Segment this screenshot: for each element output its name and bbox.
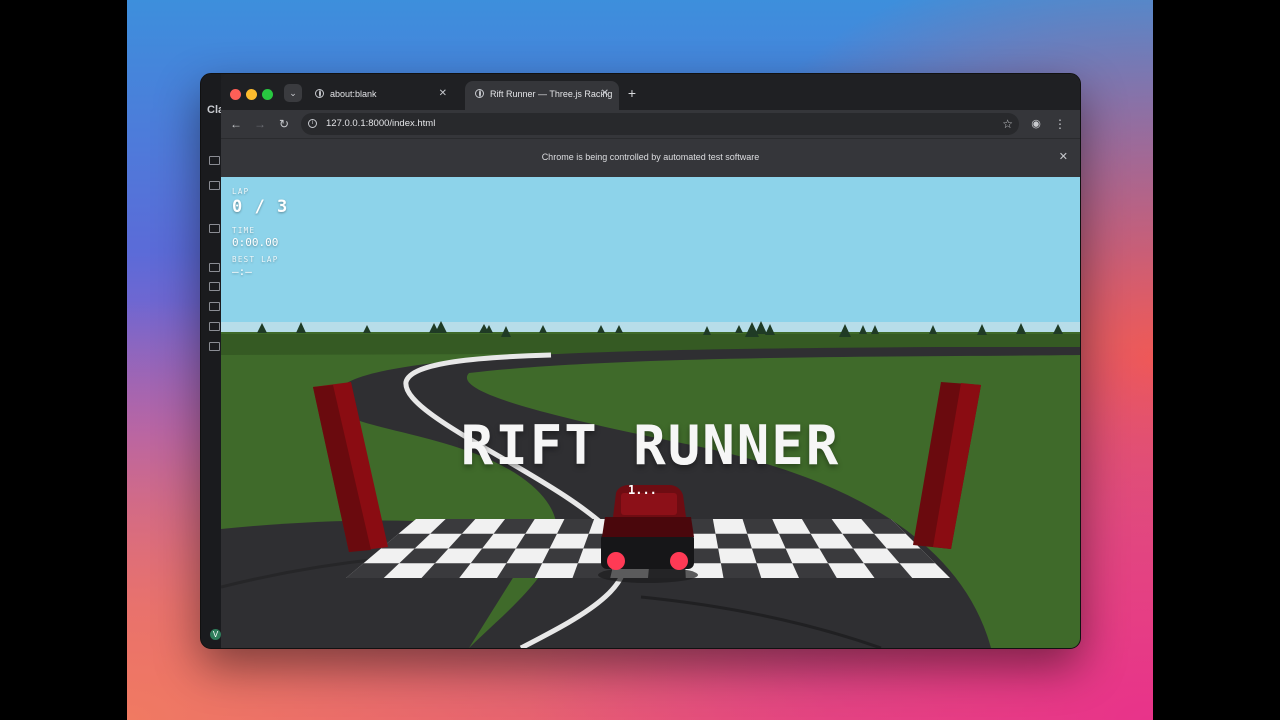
countdown-text: 1...	[628, 483, 657, 497]
folder-icon[interactable]	[209, 322, 220, 331]
tab-label: about:blank	[330, 89, 377, 99]
tab-about-blank[interactable]: about:blank ✕	[305, 81, 457, 110]
infobar-message: Chrome is being controlled by automated …	[541, 152, 760, 162]
tab-strip: ⌄ about:blank ✕ Rift Runner — Three.js R…	[221, 74, 1080, 110]
close-infobar-icon[interactable]: ✕	[1059, 139, 1068, 176]
folder-icon[interactable]	[209, 282, 220, 291]
folder-icon[interactable]	[209, 156, 220, 165]
checker-square	[720, 563, 762, 578]
folder-icon[interactable]	[209, 302, 220, 311]
browser-window: Cla V ⌄ about:blank ✕ Rift Runner — Thre…	[200, 73, 1081, 649]
back-icon[interactable]: ←	[227, 115, 245, 133]
best-lap-label: BEST LAP	[232, 255, 279, 264]
address-bar[interactable]: i 127.0.0.1:8000/index.html ☆	[301, 113, 1019, 135]
browser-toolbar: ← → ↻ i 127.0.0.1:8000/index.html ☆ ◉ ⋮	[221, 110, 1080, 138]
reload-icon[interactable]: ↻	[275, 115, 293, 133]
folder-icon[interactable]	[209, 263, 220, 272]
lap-label: LAP	[232, 187, 250, 196]
forward-icon[interactable]: →	[251, 115, 269, 133]
tab-search-button[interactable]: ⌄	[284, 84, 302, 102]
chrome-browser: ⌄ about:blank ✕ Rift Runner — Three.js R…	[221, 74, 1080, 648]
new-tab-button[interactable]: +	[623, 84, 641, 102]
minimize-window-button[interactable]	[246, 89, 257, 100]
globe-icon	[315, 89, 324, 98]
close-window-button[interactable]	[230, 89, 241, 100]
sky	[221, 177, 1080, 332]
library-icon[interactable]	[209, 181, 220, 190]
folder-icon[interactable]	[209, 342, 220, 351]
race-timer: 0:00.00	[232, 236, 279, 249]
folder-icon[interactable]	[209, 224, 220, 233]
automation-infobar: Chrome is being controlled by automated …	[221, 138, 1080, 178]
time-label: TIME	[232, 226, 256, 235]
maximize-window-button[interactable]	[262, 89, 273, 100]
race-scene	[221, 177, 1080, 648]
tab-rift-runner[interactable]: Rift Runner — Three.js Racing ✕	[465, 81, 619, 110]
more-menu-icon[interactable]: ⋮	[1051, 115, 1069, 133]
close-tab-icon[interactable]: ✕	[439, 81, 447, 107]
avatar[interactable]: V	[210, 629, 221, 640]
checker-square	[715, 533, 752, 549]
tab-label: Rift Runner — Three.js Racing	[490, 89, 613, 99]
url-text: 127.0.0.1:8000/index.html	[326, 118, 436, 129]
checker-square	[751, 548, 793, 564]
lap-counter: 0 / 3	[232, 197, 289, 217]
site-info-icon[interactable]: i	[308, 119, 317, 128]
profile-icon[interactable]: ◉	[1027, 115, 1045, 133]
race-hud: LAP 0 / 3 TIME 0:00.00 BEST LAP —:—	[232, 187, 288, 278]
side-app-strip: Cla V	[201, 74, 224, 648]
game-title: RIFT RUNNER	[460, 414, 841, 477]
game-canvas[interactable]: LAP 0 / 3 TIME 0:00.00 BEST LAP —:— RIFT…	[221, 177, 1080, 648]
bookmark-star-icon[interactable]: ☆	[1002, 113, 1013, 135]
close-tab-icon[interactable]: ✕	[601, 81, 609, 107]
best-lap-value: —:—	[232, 265, 252, 278]
globe-icon	[475, 89, 484, 98]
